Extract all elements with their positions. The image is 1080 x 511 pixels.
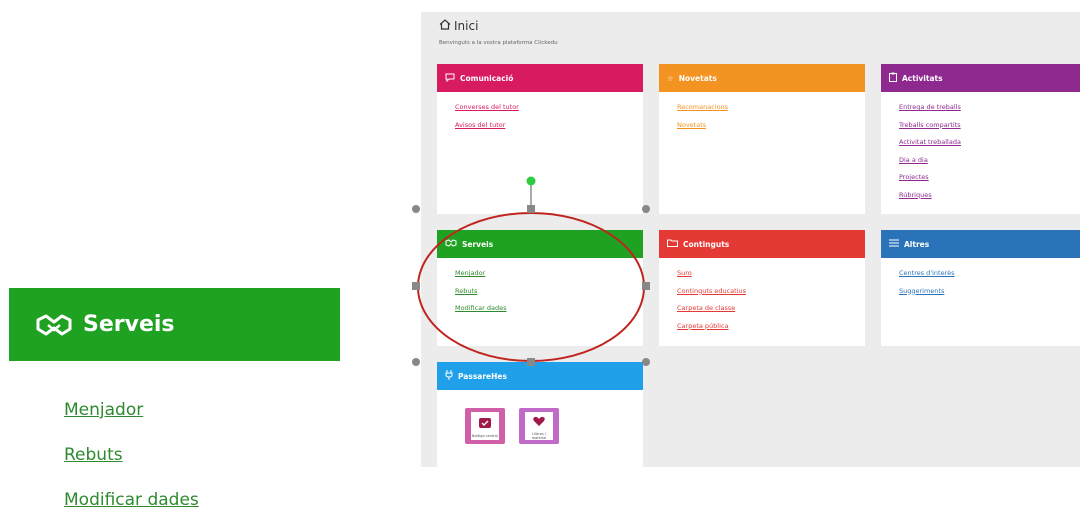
card-comunicacio-links: Converses del tutor Avisos del tutor <box>437 92 643 137</box>
link-recomanacions[interactable]: Recomanacions <box>677 102 865 120</box>
link-carpeta-publica[interactable]: Carpeta pública <box>677 321 865 339</box>
card-continguts: Continguts Suro Continguts educatius Car… <box>659 230 865 346</box>
link-continguts-educatius[interactable]: Continguts educatius <box>677 286 865 304</box>
serveis-zoom-header: Serveis <box>9 288 340 361</box>
card-title: Continguts <box>683 239 730 249</box>
clipboard-icon <box>889 72 897 84</box>
card-comunicacio: Comunicació Converses del tutor Avisos d… <box>437 64 643 214</box>
check-badge-icon <box>478 415 492 434</box>
resize-handle-sw[interactable] <box>412 358 420 366</box>
link-carpeta-classe[interactable]: Carpeta de classe <box>677 303 865 321</box>
platform-screenshot: Inici Benvinguts a la vostra plataforma … <box>421 12 1080 467</box>
link-projectes[interactable]: Projectes <box>899 172 1080 190</box>
app-tile-label: Bottiga central <box>472 433 498 438</box>
link-converses-tutor[interactable]: Converses del tutor <box>455 102 643 120</box>
stage: Serveis Menjador Rebuts Modificar dades … <box>0 0 1080 511</box>
link-treballs-compartits[interactable]: Treballs compartits <box>899 120 1080 138</box>
card-passarehes: PassareHes Bottiga central Llibres i mat… <box>437 362 643 467</box>
app-tile-label: Llibres i material <box>531 431 547 440</box>
home-icon <box>439 19 451 33</box>
link-suggeriments[interactable]: Suggeriments <box>899 286 1080 304</box>
card-passarehes-header[interactable]: PassareHes <box>437 362 643 390</box>
page-title-text: Inici <box>454 19 479 33</box>
link-rebuts[interactable]: Rebuts <box>455 286 643 304</box>
chat-icon <box>445 73 455 84</box>
card-continguts-header[interactable]: Continguts <box>659 230 865 258</box>
card-altres-header[interactable]: Altres <box>881 230 1080 258</box>
card-altres: Altres Centres d'interès Suggeriments <box>881 230 1080 346</box>
card-title: Activitats <box>902 73 943 83</box>
link-novetats[interactable]: Novetats <box>677 120 865 138</box>
app-tile-botiga[interactable]: Bottiga central <box>465 408 505 444</box>
link-suro[interactable]: Suro <box>677 268 865 286</box>
serveis-zoom-title: Serveis <box>83 312 175 337</box>
card-altres-links: Centres d'interès Suggeriments <box>881 258 1080 303</box>
link-avisos-tutor[interactable]: Avisos del tutor <box>455 120 643 138</box>
app-tile-inner: Llibres i material <box>525 412 553 440</box>
card-title: Novetats <box>678 73 717 83</box>
card-continguts-links: Suro Continguts educatius Carpeta de cla… <box>659 258 865 338</box>
plug-icon <box>445 370 453 382</box>
handshake-icon <box>35 313 73 337</box>
card-title: Serveis <box>462 239 494 249</box>
card-novetats: ☆ Novetats Recomanacions Novetats <box>659 64 865 214</box>
list-icon <box>889 239 899 249</box>
card-activitats-header[interactable]: Activitats <box>881 64 1080 92</box>
resize-handle-nw[interactable] <box>412 205 420 213</box>
card-serveis-header[interactable]: Serveis <box>437 230 643 258</box>
app-tile-inner: Bottiga central <box>471 412 499 440</box>
card-novetats-links: Recomanacions Novetats <box>659 92 865 137</box>
link-centres-interes[interactable]: Centres d'interès <box>899 268 1080 286</box>
card-activitats-links: Entrega de treballs Treballs compartits … <box>881 92 1080 207</box>
handshake-icon <box>445 239 457 249</box>
page-title: Inici <box>439 19 478 33</box>
link-dia-a-dia[interactable]: Dia a dia <box>899 155 1080 173</box>
card-title: Comunicació <box>460 73 514 83</box>
resize-handle-w[interactable] <box>412 282 420 290</box>
app-tile-llibres[interactable]: Llibres i material <box>519 408 559 444</box>
card-comunicacio-header[interactable]: Comunicació <box>437 64 643 92</box>
heart-book-icon <box>532 413 546 432</box>
link-activitat-treballada[interactable]: Activitat treballada <box>899 137 1080 155</box>
card-serveis: Serveis Menjador Rebuts Modificar dades <box>437 230 643 346</box>
zoom-link-modificar-dades[interactable]: Modificar dades <box>64 488 199 511</box>
card-title: PassareHes <box>458 371 507 381</box>
link-rubriques[interactable]: Rúbriques <box>899 190 1080 208</box>
zoom-link-menjador[interactable]: Menjador <box>64 398 199 443</box>
card-serveis-links: Menjador Rebuts Modificar dades <box>437 258 643 321</box>
page-subtitle: Benvinguts a la vostra plataforma Clicke… <box>439 40 558 46</box>
card-title: Altres <box>904 239 930 249</box>
link-modificar-dades[interactable]: Modificar dades <box>455 303 643 321</box>
folder-icon <box>667 239 678 249</box>
star-icon: ☆ <box>667 73 674 83</box>
serveis-zoom-links: Menjador Rebuts Modificar dades <box>64 398 199 511</box>
zoom-link-rebuts[interactable]: Rebuts <box>64 443 199 488</box>
card-activitats: Activitats Entrega de treballs Treballs … <box>881 64 1080 214</box>
card-novetats-header[interactable]: ☆ Novetats <box>659 64 865 92</box>
link-entrega-treballs[interactable]: Entrega de treballs <box>899 102 1080 120</box>
link-menjador[interactable]: Menjador <box>455 268 643 286</box>
